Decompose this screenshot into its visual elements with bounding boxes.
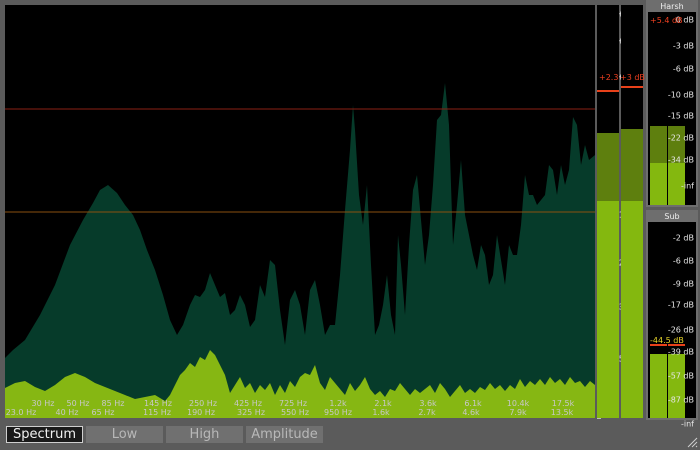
freq-label-top: 6.1k — [464, 399, 482, 408]
freq-label-top: 85 Hz — [101, 399, 125, 408]
freq-label-bottom: 2.7k — [418, 408, 436, 417]
freq-label-bottom: 550 Hz — [280, 408, 310, 417]
main-meter-left — [597, 5, 619, 418]
spectrum-display[interactable]: 30 Hz 50 Hz 85 Hz 145 Hz 250 Hz 425 Hz 725 Hz 1… — [5, 5, 595, 418]
main-peak-readout-overlap: +3 dB — [620, 73, 645, 82]
freq-label-bottom: 13.5k — [550, 408, 574, 417]
harsh-peak-readout: +5.4 dB — [650, 16, 683, 25]
freq-label-bottom: 4.6k — [462, 408, 480, 417]
main-meter-right — [621, 5, 643, 418]
freq-label-bottom: 23.0 Hz — [5, 408, 37, 417]
freq-label-top: 250 Hz — [188, 399, 218, 408]
freq-label-top: 425 Hz — [233, 399, 263, 408]
meter-right-level-fill — [621, 201, 643, 418]
freq-label-top: 1.2k — [329, 399, 347, 408]
meter-left-level-fill — [597, 201, 619, 418]
meter-left-rms-fill — [597, 133, 619, 201]
freq-label-bottom: 40 Hz — [55, 408, 79, 417]
freq-label-bottom: 190 Hz — [186, 408, 216, 417]
harsh-scale-label: -3 dB — [672, 41, 694, 51]
harsh-scale-label: -15 dB — [667, 111, 694, 121]
harsh-meter-area: 0 dB -3 dB -6 dB -10 dB -15 dB -22 dB -34 dB -i… — [648, 12, 696, 205]
sub-scale-label: -87 dB — [667, 395, 694, 405]
sub-scale-label: -6 dB — [672, 256, 694, 266]
harsh-scale-label: -inf — [681, 181, 694, 191]
main-scale-tick — [597, 418, 601, 419]
harsh-scale-label: -34 dB — [667, 155, 694, 165]
sub-meter-area: -2 dB -6 dB -9 dB -17 dB -26 dB -39 dB -57 dB -… — [648, 222, 696, 429]
tab-amplitude[interactable]: Amplitude — [246, 426, 323, 443]
tab-high[interactable]: High — [166, 426, 243, 443]
freq-label-bottom: 7.9k — [509, 408, 527, 417]
analyzer-window: 30 Hz 50 Hz 85 Hz 145 Hz 250 Hz 425 Hz 725 Hz 1… — [0, 0, 700, 450]
meter-right-rms-fill — [621, 129, 643, 201]
freq-label-top: 3.6k — [419, 399, 437, 408]
sub-panel: Sub -2 dB -6 dB -9 dB -17 dB -26 dB -39 dB -57… — [646, 210, 698, 429]
sub-scale-label: -57 dB — [667, 371, 694, 381]
sub-scale-label: -39 dB — [667, 347, 694, 357]
harsh-scale-label: -10 dB — [667, 90, 694, 100]
sub-scale-label: -26 dB — [667, 325, 694, 335]
freq-label-top: 10.4k — [506, 399, 530, 408]
sub-title: Sub — [664, 212, 680, 221]
freq-label-top: 2.1k — [374, 399, 392, 408]
freq-label-bottom: 325 Hz — [236, 408, 266, 417]
tab-spectrum[interactable]: Spectrum — [6, 426, 83, 443]
resize-grip-icon[interactable] — [686, 436, 698, 448]
freq-label-top: 725 Hz — [278, 399, 308, 408]
freq-label-top: 30 Hz — [31, 399, 55, 408]
sub-peak-readout: -44.5 dB — [650, 336, 684, 345]
harsh-title: Harsh — [660, 2, 684, 11]
harsh-scale-label: -6 dB — [672, 64, 694, 74]
freq-label-bottom: 65 Hz — [91, 408, 115, 417]
meter-right-peak-mark — [621, 86, 643, 88]
freq-label-top: 17.5k — [551, 399, 575, 408]
tab-low[interactable]: Low — [86, 426, 163, 443]
harsh-meter-left — [650, 12, 667, 205]
harsh-scale-label: -22 dB — [667, 133, 694, 143]
spectrum-peak-fill — [5, 83, 595, 418]
sub-scale-label: -17 dB — [667, 300, 694, 310]
freq-label-bottom: 950 Hz — [323, 408, 353, 417]
main-peak-readout: +2.3 — [599, 73, 619, 82]
sub-scale-label: -inf — [681, 419, 694, 429]
harsh-panel: Harsh 0 dB -3 dB -6 dB -10 dB -15 dB -22 dB -3… — [646, 0, 698, 207]
freq-label-bottom: 1.6k — [372, 408, 390, 417]
meter-left-peak-mark — [597, 90, 619, 92]
freq-label-top: 50 Hz — [66, 399, 90, 408]
sub-meter-left — [650, 222, 667, 418]
spectrum-graph — [5, 83, 595, 418]
sub-scale-label: -9 dB — [672, 279, 694, 289]
sub-scale-label: -2 dB — [672, 233, 694, 243]
freq-label-top: 145 Hz — [143, 399, 173, 408]
freq-label-bottom: 115 Hz — [142, 408, 172, 417]
sub-meter-right — [668, 222, 685, 418]
